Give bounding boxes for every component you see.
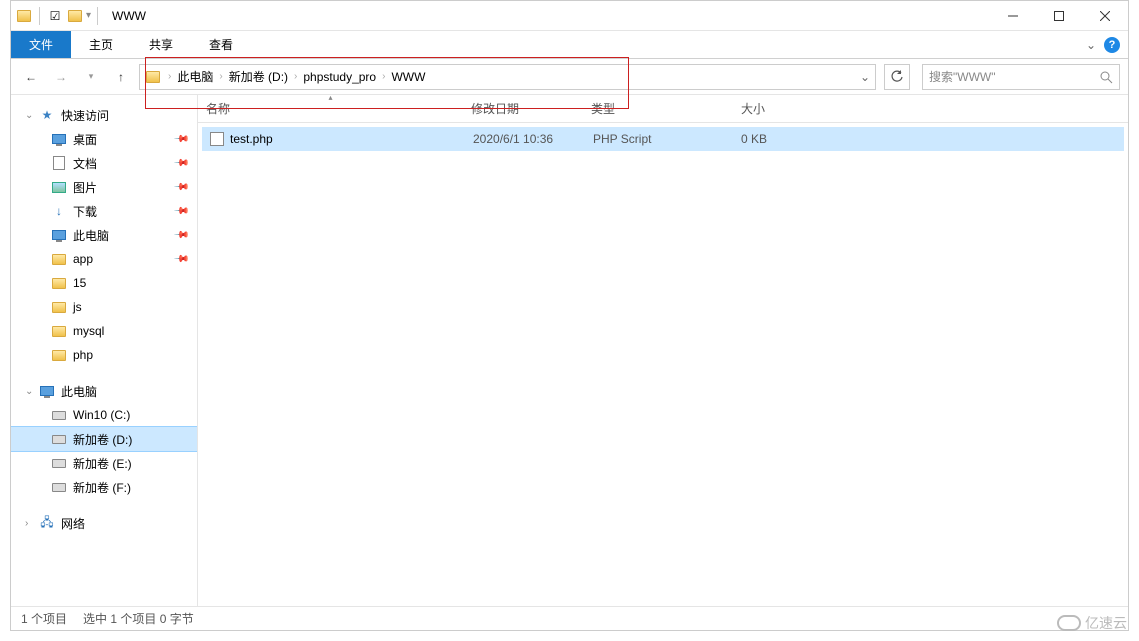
minimize-button[interactable]	[990, 1, 1036, 31]
nav-pane: ⌄ ★ 快速访问 桌面📌 文档📌 图片📌 ↓下载📌 此电脑📌 app📌 15 j…	[11, 95, 198, 606]
sidebar-item[interactable]: 图片📌	[11, 175, 197, 199]
crumb[interactable]: 新加卷 (D:)	[225, 65, 292, 89]
statusbar: 1 个项目 选中 1 个项目 0 字节	[11, 606, 1128, 630]
crumb[interactable]: WWW	[387, 65, 429, 89]
pin-icon: 📌	[172, 131, 189, 148]
file-list-area: ▴名称 修改日期 类型 大小 test.php 2020/6/1 10:36 P…	[198, 95, 1128, 606]
search-input[interactable]: 搜索"WWW"	[922, 64, 1120, 90]
help-icon[interactable]: ?	[1104, 37, 1120, 53]
drive-icon	[51, 479, 67, 495]
sidebar-this-pc[interactable]: ⌄ 此电脑	[11, 379, 197, 403]
sidebar-item[interactable]: 15	[11, 271, 197, 295]
status-selected: 选中 1 个项目 0 字节	[83, 610, 194, 627]
tab-home[interactable]: 主页	[71, 31, 131, 58]
column-date[interactable]: 修改日期	[463, 95, 583, 122]
folder-icon	[66, 7, 84, 25]
sidebar-item[interactable]: ↓下载📌	[11, 199, 197, 223]
pin-icon: 📌	[172, 179, 189, 196]
folder-icon	[51, 275, 67, 291]
cloud-icon	[1057, 615, 1081, 631]
drive-icon	[51, 455, 67, 471]
sidebar-network[interactable]: › 🖧 网络	[11, 511, 197, 535]
up-button[interactable]: ↑	[109, 65, 133, 89]
sidebar-drive[interactable]: Win10 (C:)	[11, 403, 197, 427]
drive-icon	[51, 407, 67, 423]
window-title: WWW	[112, 9, 146, 23]
sidebar-drive[interactable]: 新加卷 (F:)	[11, 475, 197, 499]
status-count: 1 个项目	[21, 610, 67, 627]
monitor-icon	[39, 383, 55, 399]
maximize-button[interactable]	[1036, 1, 1082, 31]
ribbon-expand-icon[interactable]: ⌄	[1086, 38, 1096, 52]
navbar: ← → ▾ ↑ › 此电脑 › 新加卷 (D:) › phpstudy_pro …	[11, 59, 1128, 95]
monitor-icon	[51, 227, 67, 243]
folder-icon	[15, 7, 33, 25]
titlebar: ☑ ▾ WWW	[11, 1, 1128, 31]
sidebar-quick-access[interactable]: ⌄ ★ 快速访问	[11, 103, 197, 127]
breadcrumb: › 此电脑 › 新加卷 (D:) › phpstudy_pro › WWW	[166, 65, 855, 89]
sidebar-item[interactable]: php	[11, 343, 197, 367]
drive-icon	[51, 431, 67, 447]
doc-icon	[51, 155, 67, 171]
chevron-down-icon[interactable]: ⌄	[25, 110, 33, 121]
sidebar-item[interactable]: js	[11, 295, 197, 319]
php-file-icon	[210, 132, 224, 146]
star-icon: ★	[39, 107, 55, 123]
tab-file[interactable]: 文件	[11, 31, 71, 58]
tab-share[interactable]: 共享	[131, 31, 191, 58]
sort-asc-icon: ▴	[328, 95, 332, 102]
qat-properties-icon[interactable]: ☑	[46, 7, 64, 25]
pin-icon: 📌	[172, 251, 189, 268]
network-icon: 🖧	[39, 515, 55, 531]
sidebar-item[interactable]: 此电脑📌	[11, 223, 197, 247]
refresh-button[interactable]	[884, 64, 910, 90]
column-type[interactable]: 类型	[583, 95, 698, 122]
close-button[interactable]	[1082, 1, 1128, 31]
crumb[interactable]: phpstudy_pro	[299, 65, 380, 89]
chevron-down-icon[interactable]: ⌄	[25, 386, 33, 397]
folder-icon	[51, 251, 67, 267]
tab-view[interactable]: 查看	[191, 31, 251, 58]
pin-icon: 📌	[172, 155, 189, 172]
search-icon	[1099, 70, 1113, 84]
sidebar-item[interactable]: mysql	[11, 319, 197, 343]
folder-icon	[51, 299, 67, 315]
file-row[interactable]: test.php 2020/6/1 10:36 PHP Script 0 KB	[202, 127, 1124, 151]
download-icon: ↓	[51, 203, 67, 219]
column-name[interactable]: ▴名称	[198, 95, 463, 122]
sidebar-item[interactable]: 文档📌	[11, 151, 197, 175]
address-bar[interactable]: › 此电脑 › 新加卷 (D:) › phpstudy_pro › WWW ⌄	[139, 64, 876, 90]
pin-icon: 📌	[172, 227, 189, 244]
folder-icon	[51, 347, 67, 363]
column-headers: ▴名称 修改日期 类型 大小	[198, 95, 1128, 123]
folder-icon	[146, 71, 160, 83]
sidebar-item[interactable]: 桌面📌	[11, 127, 197, 151]
recent-dropdown[interactable]: ▾	[79, 65, 103, 89]
pin-icon: 📌	[172, 203, 189, 220]
explorer-window: ☑ ▾ WWW 文件 主页 共享 查看 ⌄ ? ← → ▾ ↑ ›	[10, 0, 1129, 631]
folder-icon	[51, 323, 67, 339]
picture-icon	[51, 179, 67, 195]
chevron-right-icon[interactable]: ›	[25, 518, 28, 529]
address-dropdown-icon[interactable]: ⌄	[855, 70, 875, 84]
back-button[interactable]: ←	[19, 65, 43, 89]
sidebar-drive[interactable]: 新加卷 (D:)	[11, 427, 197, 451]
monitor-icon	[51, 131, 67, 147]
column-size[interactable]: 大小	[698, 95, 773, 122]
forward-button[interactable]: →	[49, 65, 73, 89]
sidebar-drive[interactable]: 新加卷 (E:)	[11, 451, 197, 475]
sidebar-item[interactable]: app📌	[11, 247, 197, 271]
watermark: 亿速云	[1057, 613, 1127, 633]
crumb[interactable]: 此电脑	[173, 65, 217, 89]
file-list[interactable]: test.php 2020/6/1 10:36 PHP Script 0 KB	[198, 123, 1128, 606]
ribbon: 文件 主页 共享 查看 ⌄ ?	[11, 31, 1128, 59]
